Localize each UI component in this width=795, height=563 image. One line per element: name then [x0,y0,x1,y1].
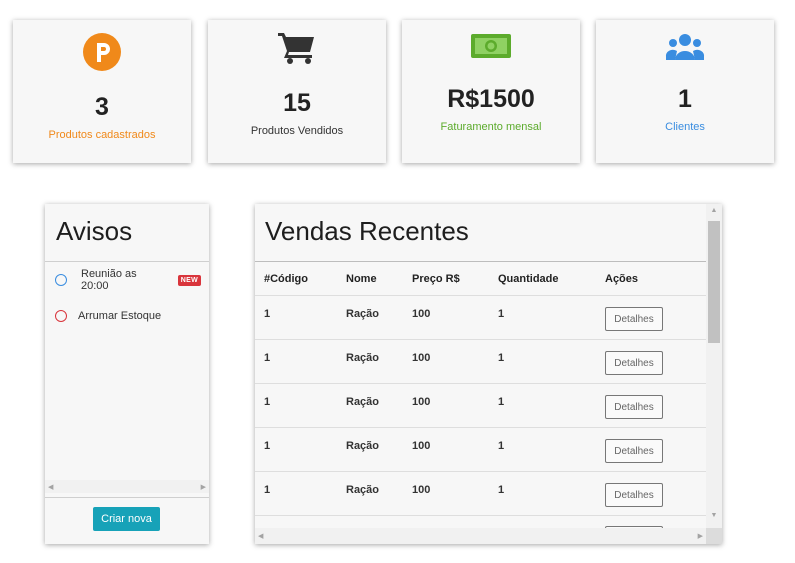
parking-coin-icon [13,33,191,71]
table-row: 1 Ração 100 1 Detalhes [255,295,706,339]
detalhes-button[interactable]: Detalhes [605,351,663,375]
cell-codigo: 1 [264,440,271,452]
cell-quantidade: 1 [498,352,505,364]
new-badge: NEW [177,274,201,286]
detalhes-button[interactable]: Detalhes [605,483,663,507]
scrollbar-corner [706,528,722,544]
stat-value: 3 [95,93,109,121]
cell-codigo: 1 [264,396,271,408]
cell-nome: Ração [346,396,380,408]
scroll-down-icon[interactable]: ▼ [706,512,722,519]
stat-label: Produtos Vendidos [250,125,344,137]
stat-value: 15 [283,89,311,117]
scroll-left-icon[interactable]: ◀ [258,532,263,540]
scroll-up-icon[interactable]: ▲ [706,207,722,214]
scroll-right-icon[interactable]: ▶ [201,483,206,491]
cart-icon [208,30,386,66]
cell-nome: Ração [346,308,380,320]
stat-value: R$1500 [447,85,535,113]
horizontal-scrollbar[interactable]: ◀ ▶ [45,480,209,493]
stat-card-produtos-cadastrados: 3 Produtos cadastrados [13,20,191,163]
column-header-preco: Preço R$ [412,273,460,285]
table-row: 1 Ração 100 1 Detalhes [255,383,706,427]
stat-label: Clientes [665,121,705,133]
detalhes-button[interactable]: Detalhes [605,439,663,463]
avisos-title: Avisos [56,216,133,246]
horizontal-scrollbar[interactable]: ◀ ▶ [255,528,706,544]
column-header-quantidade: Quantidade [498,273,559,285]
cell-codigo: 1 [264,352,271,364]
stat-label: Produtos cadastrados [48,129,156,141]
detalhes-button[interactable]: Detalhes [605,395,663,419]
cell-quantidade: 1 [498,396,505,408]
cell-codigo: 1 [264,484,271,496]
aviso-item[interactable]: Arrumar Estoque [55,306,201,326]
scroll-left-icon[interactable]: ◀ [48,483,53,491]
cell-quantidade: 1 [498,484,505,496]
column-header-acoes: Ações [605,273,639,285]
vertical-scrollbar[interactable]: ▲ ▼ [706,204,722,528]
money-bill-icon [402,32,580,60]
detalhes-button[interactable]: Detalhes [605,307,663,331]
cell-preco: 100 [412,484,431,496]
table-row: 1 Ração 100 1 Detalhes [255,427,706,471]
cell-codigo: 1 [264,308,271,320]
stat-value: 1 [678,85,692,113]
column-header-nome: Nome [346,273,377,285]
divider [45,261,209,262]
scroll-right-icon[interactable]: ▶ [698,532,703,540]
cell-preco: 100 [412,352,431,364]
avisos-panel: Avisos Reunião as 20:00 NEW Arrumar Esto… [45,204,209,544]
stat-label: Faturamento mensal [440,121,542,133]
cell-preco: 100 [412,440,431,452]
divider [255,261,706,262]
cell-nome: Ração [346,440,380,452]
criar-nova-button[interactable]: Criar nova [93,507,160,531]
divider [45,497,209,498]
circle-icon[interactable] [55,274,67,286]
cell-quantidade: 1 [498,440,505,452]
column-header-codigo: #Código [264,273,308,285]
users-icon [596,32,774,62]
stat-card-faturamento: R$1500 Faturamento mensal [402,20,580,163]
cell-quantidade: 1 [498,308,505,320]
vendas-recentes-panel: Vendas Recentes #Código Nome Preço R$ Qu… [255,204,722,544]
cell-nome: Ração [346,484,380,496]
vendas-title: Vendas Recentes [265,216,469,246]
stat-card-produtos-vendidos: 15 Produtos Vendidos [208,20,386,163]
cell-preco: 100 [412,396,431,408]
aviso-text: Arrumar Estoque [78,310,162,322]
table-row: 1 Ração 100 1 Detalhes [255,339,706,383]
stat-card-clientes: 1 Clientes [596,20,774,163]
table-row: 1 Ração 100 1 Detalhes [255,471,706,515]
cell-nome: Ração [346,352,380,364]
cell-preco: 100 [412,308,431,320]
aviso-item[interactable]: Reunião as 20:00 NEW [55,268,201,292]
aviso-text: Reunião as 20:00 [81,268,137,292]
scrollbar-thumb[interactable] [708,221,720,343]
circle-icon[interactable] [55,310,67,322]
